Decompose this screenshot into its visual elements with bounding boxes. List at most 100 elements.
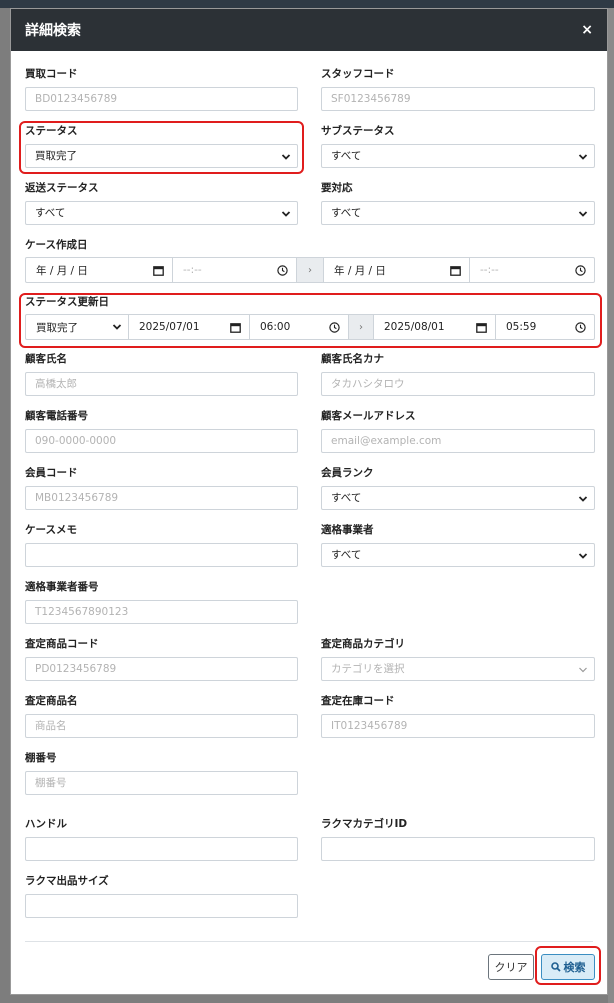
rakuma-category-label: ラクマカテゴリID xyxy=(321,818,408,830)
appraisal-category-placeholder: カテゴリを選択 xyxy=(331,663,405,675)
case-memo-label: ケースメモ xyxy=(25,524,77,536)
case-memo-input[interactable] xyxy=(25,543,298,567)
date-from-text: 年 / 月 / 日 xyxy=(36,264,88,277)
member-rank-label: 会員ランク xyxy=(321,467,374,479)
appraisal-code-input[interactable]: PD0123456789 xyxy=(25,657,298,681)
sub-status-field: サブステータス すべて xyxy=(321,124,595,168)
handle-input[interactable] xyxy=(25,837,298,861)
action-required-label: 要対応 xyxy=(321,182,353,194)
rakuma-size-field: ラクマ出品サイズ xyxy=(25,874,298,918)
chevron-down-icon xyxy=(578,154,588,160)
appraisal-category-select[interactable]: カテゴリを選択 xyxy=(321,657,595,681)
handle-field: ハンドル xyxy=(25,817,298,861)
case-created-label: ケース作成日 xyxy=(25,239,88,251)
case-created-date-to[interactable]: 年 / 月 / 日 xyxy=(324,258,470,282)
customer-name-input[interactable]: 高橋太郎 xyxy=(25,372,298,396)
rakuma-category-input[interactable] xyxy=(321,837,595,861)
purchase-code-field: 買取コード BD0123456789 xyxy=(25,67,298,111)
member-code-input[interactable]: MB0123456789 xyxy=(25,486,298,510)
qualified-business-value: すべて xyxy=(331,549,362,561)
status-updated-highlight-box xyxy=(19,293,602,348)
background-page xyxy=(608,8,614,1003)
shelf-number-input[interactable]: 棚番号 xyxy=(25,771,298,795)
customer-name-field: 顧客氏名 高橋太郎 xyxy=(25,352,298,396)
appraisal-name-input[interactable]: 商品名 xyxy=(25,714,298,738)
qualified-number-field: 適格事業者番号 T1234567890123 xyxy=(25,580,298,624)
time-to-text: --:-- xyxy=(480,264,499,276)
modal-header: 詳細検索 × xyxy=(11,9,607,51)
staff-code-input[interactable]: SF0123456789 xyxy=(321,87,595,111)
advanced-search-modal: 詳細検索 × 買取コード BD0123456789 スタッフコード SF0123… xyxy=(10,8,608,995)
qualified-number-label: 適格事業者番号 xyxy=(25,581,99,593)
date-to-text: 年 / 月 / 日 xyxy=(334,264,386,277)
range-arrow: › xyxy=(297,258,324,282)
qualified-number-input[interactable]: T1234567890123 xyxy=(25,600,298,624)
clock-icon xyxy=(277,265,288,276)
handle-label: ハンドル xyxy=(25,818,67,830)
customer-kana-input[interactable]: タカハシタロウ xyxy=(321,372,595,396)
qualified-business-select[interactable]: すべて xyxy=(321,543,595,567)
rakuma-size-input[interactable] xyxy=(25,894,298,918)
case-created-time-to[interactable]: --:-- xyxy=(470,258,594,282)
customer-phone-field: 顧客電話番号 090-0000-0000 xyxy=(25,409,298,453)
qualified-business-field: 適格事業者 すべて xyxy=(321,523,595,567)
qualified-business-label: 適格事業者 xyxy=(321,524,374,536)
action-required-select[interactable]: すべて xyxy=(321,201,595,225)
case-created-range: 年 / 月 / 日 --:-- › 年 / 月 / 日 --:-- xyxy=(25,257,595,283)
close-button[interactable]: × xyxy=(581,22,593,38)
return-status-field: 返送ステータス すべて xyxy=(25,181,298,225)
calendar-icon xyxy=(153,266,164,276)
purchase-code-input[interactable]: BD0123456789 xyxy=(25,87,298,111)
member-code-field: 会員コード MB0123456789 xyxy=(25,466,298,510)
search-button-highlight-box xyxy=(535,946,601,985)
appraisal-category-label: 査定商品カテゴリ xyxy=(321,638,405,650)
case-created-field: ケース作成日 xyxy=(25,238,87,252)
clear-button[interactable]: クリア xyxy=(488,954,534,980)
customer-phone-label: 顧客電話番号 xyxy=(25,410,88,422)
shelf-number-field: 棚番号 棚番号 xyxy=(25,751,298,795)
return-status-label: 返送ステータス xyxy=(25,182,99,194)
staff-code-field: スタッフコード SF0123456789 xyxy=(321,67,595,111)
appraisal-code-label: 査定商品コード xyxy=(25,638,99,650)
appraisal-stock-field: 査定在庫コード IT0123456789 xyxy=(321,694,595,738)
customer-name-label: 顧客氏名 xyxy=(25,353,67,365)
chevron-down-icon xyxy=(579,667,587,673)
purchase-code-label: 買取コード xyxy=(25,68,78,80)
calendar-icon xyxy=(450,266,461,276)
customer-kana-label: 顧客氏名カナ xyxy=(321,353,384,365)
chevron-down-icon xyxy=(578,496,588,502)
clock-icon xyxy=(575,265,586,276)
customer-email-label: 顧客メールアドレス xyxy=(321,410,416,422)
chevron-down-icon xyxy=(281,211,291,217)
rakuma-category-field: ラクマカテゴリID xyxy=(321,817,595,861)
member-code-label: 会員コード xyxy=(25,467,78,479)
appraisal-stock-label: 査定在庫コード xyxy=(321,695,395,707)
appraisal-name-field: 査定商品名 商品名 xyxy=(25,694,298,738)
status-highlight-box xyxy=(19,121,304,174)
customer-kana-field: 顧客氏名カナ タカハシタロウ xyxy=(321,352,595,396)
customer-phone-input[interactable]: 090-0000-0000 xyxy=(25,429,298,453)
chevron-down-icon xyxy=(578,211,588,217)
modal-title: 詳細検索 xyxy=(25,23,81,39)
customer-email-field: 顧客メールアドレス email@example.com xyxy=(321,409,595,453)
staff-code-label: スタッフコード xyxy=(321,68,395,80)
sub-status-value: すべて xyxy=(331,150,362,162)
background-header xyxy=(0,0,614,8)
case-created-date-from[interactable]: 年 / 月 / 日 xyxy=(26,258,173,282)
appraisal-code-field: 査定商品コード PD0123456789 xyxy=(25,637,298,681)
customer-email-input[interactable]: email@example.com xyxy=(321,429,595,453)
return-status-select[interactable]: すべて xyxy=(25,201,298,225)
appraisal-category-field: 査定商品カテゴリ カテゴリを選択 xyxy=(321,637,595,681)
appraisal-name-label: 査定商品名 xyxy=(25,695,78,707)
sub-status-label: サブステータス xyxy=(321,125,395,137)
member-rank-select[interactable]: すべて xyxy=(321,486,595,510)
footer-divider xyxy=(25,941,593,942)
rakuma-size-label: ラクマ出品サイズ xyxy=(25,875,109,887)
time-from-text: --:-- xyxy=(183,264,202,276)
case-memo-field: ケースメモ xyxy=(25,523,298,567)
case-created-time-from[interactable]: --:-- xyxy=(173,258,297,282)
chevron-down-icon xyxy=(578,553,588,559)
action-required-value: すべて xyxy=(331,207,362,219)
sub-status-select[interactable]: すべて xyxy=(321,144,595,168)
appraisal-stock-input[interactable]: IT0123456789 xyxy=(321,714,595,738)
